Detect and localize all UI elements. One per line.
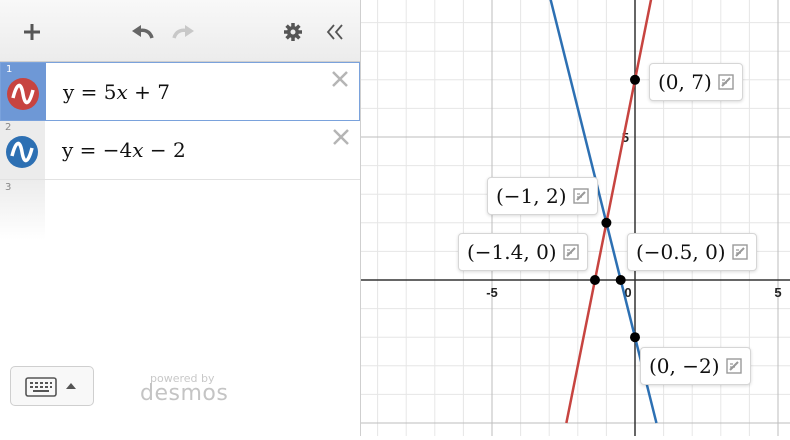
intersection-point[interactable] bbox=[615, 275, 626, 285]
point-label[interactable]: (0, 7) bbox=[649, 63, 743, 101]
close-icon[interactable] bbox=[330, 126, 352, 148]
expression-lhs: y = −4 bbox=[62, 138, 133, 162]
edit-label-icon[interactable] bbox=[572, 188, 589, 204]
point-label[interactable]: (0, −2) bbox=[640, 347, 751, 385]
point-label-text: (0, 7) bbox=[658, 70, 712, 94]
plus-icon[interactable] bbox=[18, 18, 46, 46]
expression-rhs: − 2 bbox=[143, 138, 186, 162]
caret-up-icon bbox=[66, 383, 76, 389]
point-label[interactable]: (−1.4, 0) bbox=[458, 233, 588, 271]
point-label-text: (−0.5, 0) bbox=[636, 240, 726, 264]
expression-number: 2 bbox=[5, 122, 12, 133]
redo-icon[interactable] bbox=[168, 18, 198, 46]
point-label[interactable]: (−1, 2) bbox=[487, 177, 598, 215]
point-label-text: (−1, 2) bbox=[496, 184, 567, 208]
point-label-text: (0, −2) bbox=[649, 354, 720, 378]
undo-icon[interactable] bbox=[128, 18, 158, 46]
intersection-point[interactable] bbox=[601, 217, 612, 228]
x-tick-label: -5 bbox=[486, 285, 498, 300]
expression-row[interactable]: 1 y = 5x + 7 bbox=[0, 62, 360, 121]
intersection-point[interactable] bbox=[630, 74, 640, 85]
expression-row[interactable]: 2 y = −4x − 2 bbox=[0, 121, 360, 180]
double-chevron-left-icon[interactable] bbox=[322, 18, 348, 46]
toolbar bbox=[0, 0, 360, 62]
edit-label-icon[interactable] bbox=[718, 74, 734, 90]
point-label-text: (−1.4, 0) bbox=[467, 240, 557, 264]
intersection-point[interactable] bbox=[630, 332, 640, 343]
expression-lhs: y = 5 bbox=[63, 80, 117, 104]
sine-wave-icon[interactable] bbox=[6, 136, 38, 168]
close-icon[interactable] bbox=[329, 68, 351, 90]
graph-paper[interactable]: -5 0 5 5 (0, 7) (−1, 2) (−1.4, 0) (−0.5, 0)… bbox=[361, 0, 790, 436]
expression-input[interactable]: y = −4x − 2 bbox=[62, 138, 186, 162]
keyboard-toggle-button[interactable] bbox=[10, 366, 94, 406]
expression-number: 1 bbox=[6, 64, 13, 75]
intersection-point[interactable] bbox=[589, 275, 600, 285]
point-label[interactable]: (−0.5, 0) bbox=[627, 233, 757, 271]
keyboard-icon bbox=[25, 377, 57, 397]
desmos-app: 1 y = 5x + 7 2 y = −4x − 2 3 powered by … bbox=[0, 0, 790, 436]
expression-variable: x bbox=[116, 80, 128, 104]
sine-wave-icon[interactable] bbox=[7, 78, 39, 110]
edit-label-icon[interactable] bbox=[725, 358, 742, 374]
x-tick-label: 5 bbox=[774, 285, 781, 300]
expression-rhs: + 7 bbox=[127, 80, 170, 104]
desmos-logo: desmos bbox=[140, 381, 229, 406]
edit-label-icon[interactable] bbox=[731, 244, 748, 260]
expression-number: 3 bbox=[5, 182, 12, 193]
powered-by-desmos[interactable]: powered by desmos bbox=[140, 372, 230, 406]
gear-icon[interactable] bbox=[280, 18, 306, 46]
expression-input[interactable]: y = 5x + 7 bbox=[63, 80, 170, 104]
expression-variable: x bbox=[132, 138, 144, 162]
tick-labels: -5 0 55 bbox=[486, 130, 781, 300]
expression-panel: 1 y = 5x + 7 2 y = −4x − 2 3 powered by … bbox=[0, 0, 361, 436]
edit-label-icon[interactable] bbox=[562, 244, 579, 260]
